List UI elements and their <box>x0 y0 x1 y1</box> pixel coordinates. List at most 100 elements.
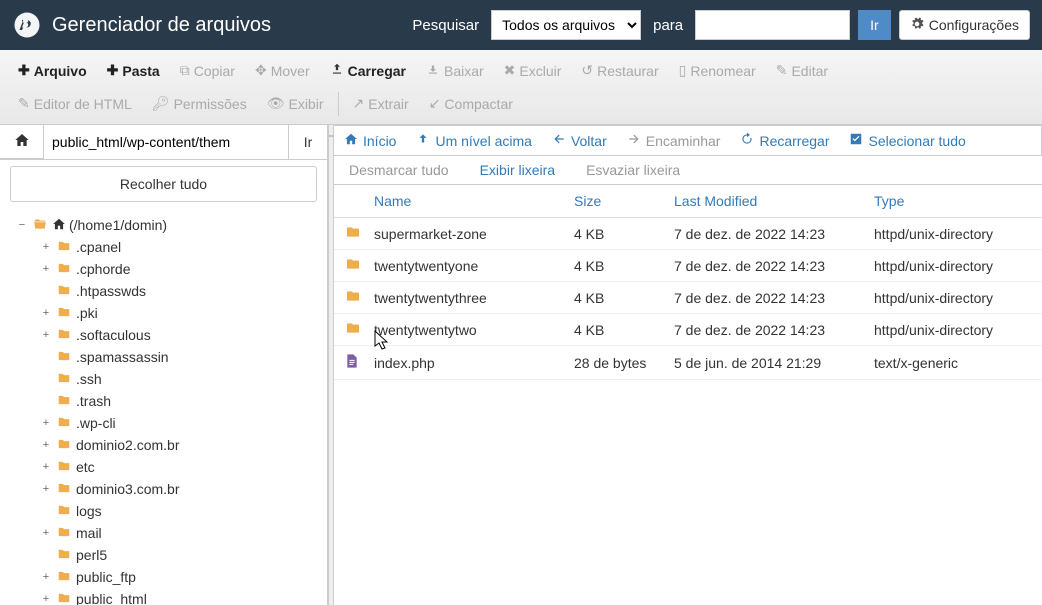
tree-item-label: dominio2.com.br <box>76 437 180 453</box>
view-button[interactable]: 👁︎Exibir <box>257 87 334 120</box>
key-icon: 🔑︎ <box>152 95 170 112</box>
extract-button[interactable]: ↗Extrair <box>343 87 419 120</box>
folder-icon <box>344 320 374 339</box>
toolbar-separator <box>338 92 339 116</box>
tree-item[interactable]: .htpasswds <box>4 280 323 302</box>
nav-show-trash[interactable]: Exibir lixeira <box>475 162 555 178</box>
nav-home[interactable]: Início <box>344 132 396 149</box>
nav-up[interactable]: Um nível acima <box>416 132 531 149</box>
nav-forward[interactable]: Encaminhar <box>627 132 721 149</box>
expand-icon[interactable]: + <box>40 417 52 429</box>
new-folder-button[interactable]: ✚Pasta <box>97 54 170 87</box>
tree-item[interactable]: .spamassassin <box>4 346 323 368</box>
expand-icon[interactable]: + <box>40 593 52 605</box>
expand-icon[interactable]: + <box>40 307 52 319</box>
search-input[interactable] <box>695 10 850 40</box>
tree-item[interactable]: +mail <box>4 522 323 544</box>
compress-button[interactable]: ↙Compactar <box>419 87 523 120</box>
expand-icon[interactable]: + <box>40 241 52 253</box>
download-button[interactable]: Baixar <box>416 54 494 87</box>
table-row[interactable]: index.php28 de bytes5 de jun. de 2014 21… <box>334 346 1042 380</box>
copy-button[interactable]: ⧉Copiar <box>170 54 245 87</box>
table-row[interactable]: twentytwentytwo4 KB7 de dez. de 2022 14:… <box>334 314 1042 346</box>
table-row[interactable]: supermarket-zone4 KB7 de dez. de 2022 14… <box>334 218 1042 250</box>
nav-toolbar: Início Um nível acima Voltar Encaminhar … <box>334 125 1042 156</box>
folder-icon <box>56 525 72 542</box>
html-editor-button[interactable]: ✎Editor de HTML <box>8 87 142 120</box>
tree-item[interactable]: +.wp-cli <box>4 412 323 434</box>
collapse-all-button[interactable]: Recolher tudo <box>10 166 317 202</box>
header-size[interactable]: Size <box>574 193 674 209</box>
row-name: twentytwentytwo <box>374 322 574 338</box>
header-name[interactable]: Name <box>374 193 574 209</box>
tree-root[interactable]: − (/home1/domin) <box>4 214 323 236</box>
collapse-icon[interactable]: − <box>16 219 28 231</box>
copy-icon: ⧉ <box>180 62 190 79</box>
nav-reload[interactable]: Recarregar <box>740 132 829 149</box>
tree-item[interactable]: logs <box>4 500 323 522</box>
tree-item-label: .trash <box>76 393 111 409</box>
tree-item[interactable]: .trash <box>4 390 323 412</box>
row-type: httpd/unix-directory <box>874 290 1032 306</box>
tree-item[interactable]: perl5 <box>4 544 323 566</box>
row-name: supermarket-zone <box>374 226 574 242</box>
tree-item[interactable]: +public_ftp <box>4 566 323 588</box>
edit-button[interactable]: ✎Editar <box>766 54 838 87</box>
expand-icon[interactable]: + <box>40 527 52 539</box>
row-type: httpd/unix-directory <box>874 258 1032 274</box>
cpanel-logo-icon <box>12 10 42 40</box>
folder-icon <box>56 283 72 300</box>
table-row[interactable]: twentytwentyone4 KB7 de dez. de 2022 14:… <box>334 250 1042 282</box>
tree-item[interactable]: + public_html <box>4 588 323 605</box>
tree-item[interactable]: + .cphorde <box>4 258 323 280</box>
row-name: twentytwentyone <box>374 258 574 274</box>
nav-select-all[interactable]: Selecionar tudo <box>849 132 965 149</box>
tree-item-label: perl5 <box>76 547 107 563</box>
home-icon <box>344 132 358 149</box>
table-row[interactable]: twentytwentythree4 KB7 de dez. de 2022 1… <box>334 282 1042 314</box>
expand-icon[interactable]: + <box>40 571 52 583</box>
back-icon <box>552 132 566 149</box>
header-modified[interactable]: Last Modified <box>674 193 874 209</box>
expand-icon[interactable]: + <box>40 329 52 341</box>
rename-icon: ▯ <box>679 62 687 79</box>
tree-item[interactable]: .ssh <box>4 368 323 390</box>
permissions-button[interactable]: 🔑︎Permissões <box>142 87 257 120</box>
tree-item[interactable]: +.softaculous <box>4 324 323 346</box>
tree-item[interactable]: +dominio3.com.br <box>4 478 323 500</box>
new-file-button[interactable]: ✚Arquivo <box>8 54 97 87</box>
header-type[interactable]: Type <box>874 193 1032 209</box>
tree-item[interactable]: +etc <box>4 456 323 478</box>
row-size: 4 KB <box>574 322 674 338</box>
move-button[interactable]: ✥Mover <box>245 54 320 87</box>
expand-icon[interactable]: + <box>40 439 52 451</box>
nav-deselect-all[interactable]: Desmarcar tudo <box>344 162 449 178</box>
content-pane: Início Um nível acima Voltar Encaminhar … <box>334 125 1042 605</box>
delete-button[interactable]: ✖Excluir <box>494 54 572 87</box>
tree-item[interactable]: + dominio2.com.br <box>4 434 323 456</box>
expand-icon[interactable]: + <box>40 483 52 495</box>
settings-button[interactable]: Configurações <box>899 10 1030 40</box>
search-go-button[interactable]: Ir <box>858 10 891 40</box>
tree-item-label: .cphorde <box>76 261 130 277</box>
expand-icon[interactable]: + <box>40 263 52 275</box>
restore-icon: ↺ <box>581 62 593 79</box>
nav-empty-trash[interactable]: Esvaziar lixeira <box>581 162 680 178</box>
upload-button[interactable]: Carregar <box>320 54 416 87</box>
search-scope-select[interactable]: Todos os arquivos <box>491 10 641 40</box>
plus-icon: ✚ <box>107 62 119 79</box>
nav-back[interactable]: Voltar <box>552 132 607 149</box>
rename-button[interactable]: ▯Renomear <box>669 54 766 87</box>
home-button[interactable] <box>0 125 44 159</box>
path-go-button[interactable]: Ir <box>289 125 327 159</box>
tree-item[interactable]: +.pki <box>4 302 323 324</box>
row-type: httpd/unix-directory <box>874 226 1032 242</box>
tree-item-label: public_html <box>76 591 147 605</box>
path-input[interactable] <box>44 125 289 159</box>
folder-icon <box>56 503 72 520</box>
tree-item[interactable]: +.cpanel <box>4 236 323 258</box>
extract-icon: ↗ <box>353 95 365 112</box>
expand-icon[interactable]: + <box>40 461 52 473</box>
folder-icon <box>56 569 72 586</box>
restore-button[interactable]: ↺Restaurar <box>571 54 668 87</box>
